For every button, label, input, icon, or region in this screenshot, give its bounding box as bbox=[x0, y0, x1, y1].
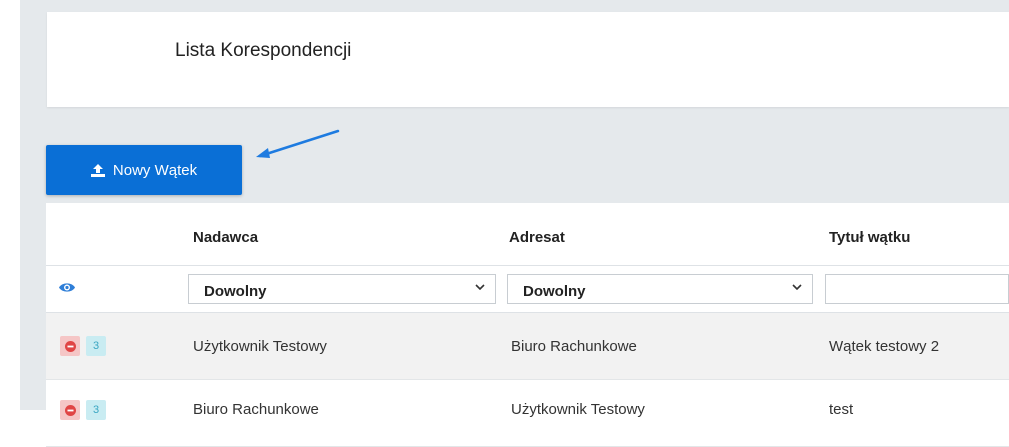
filter-row: Dowolny Dowolny bbox=[46, 266, 1009, 313]
table-row[interactable]: 3 Biuro Rachunkowe Użytkownik Testowy te… bbox=[46, 380, 1009, 447]
delete-button[interactable] bbox=[60, 336, 80, 356]
new-thread-button[interactable]: Nowy Wątek bbox=[46, 145, 242, 195]
chevron-down-icon bbox=[792, 284, 802, 290]
column-header-sender[interactable]: Nadawca bbox=[193, 229, 258, 246]
new-thread-label: Nowy Wątek bbox=[112, 161, 198, 179]
page-title: Lista Korespondencji bbox=[175, 40, 352, 61]
minus-circle-icon bbox=[64, 340, 76, 352]
title-cell: Wątek testowy 2 bbox=[829, 338, 940, 355]
pointer-arrow-icon bbox=[256, 129, 340, 158]
minus-circle-icon bbox=[64, 404, 76, 416]
table-header: Nadawca Adresat Tytuł wątku bbox=[46, 203, 1009, 266]
upload-icon bbox=[90, 163, 105, 177]
eye-icon[interactable] bbox=[58, 281, 76, 294]
correspondence-table: Nadawca Adresat Tytuł wątku Dowolny Dowo… bbox=[46, 203, 1009, 447]
column-header-recipient[interactable]: Adresat bbox=[509, 229, 565, 246]
sender-cell: Użytkownik Testowy bbox=[193, 338, 327, 355]
page-header: Lista Korespondencji bbox=[47, 12, 1009, 107]
recipient-filter-select[interactable]: Dowolny bbox=[507, 274, 813, 304]
column-header-title[interactable]: Tytuł wątku bbox=[829, 229, 910, 246]
message-count-badge: 3 bbox=[86, 336, 106, 356]
recipient-cell: Biuro Rachunkowe bbox=[511, 338, 637, 355]
recipient-filter-value: Dowolny bbox=[523, 283, 586, 300]
left-margin bbox=[0, 0, 20, 410]
title-filter-input[interactable] bbox=[825, 274, 1009, 304]
sender-filter-value: Dowolny bbox=[204, 283, 267, 300]
message-count-badge: 3 bbox=[86, 400, 106, 420]
sender-filter-select[interactable]: Dowolny bbox=[188, 274, 496, 304]
chevron-down-icon bbox=[475, 284, 485, 290]
delete-button[interactable] bbox=[60, 400, 80, 420]
table-row[interactable]: 3 Użytkownik Testowy Biuro Rachunkowe Wą… bbox=[46, 313, 1009, 380]
